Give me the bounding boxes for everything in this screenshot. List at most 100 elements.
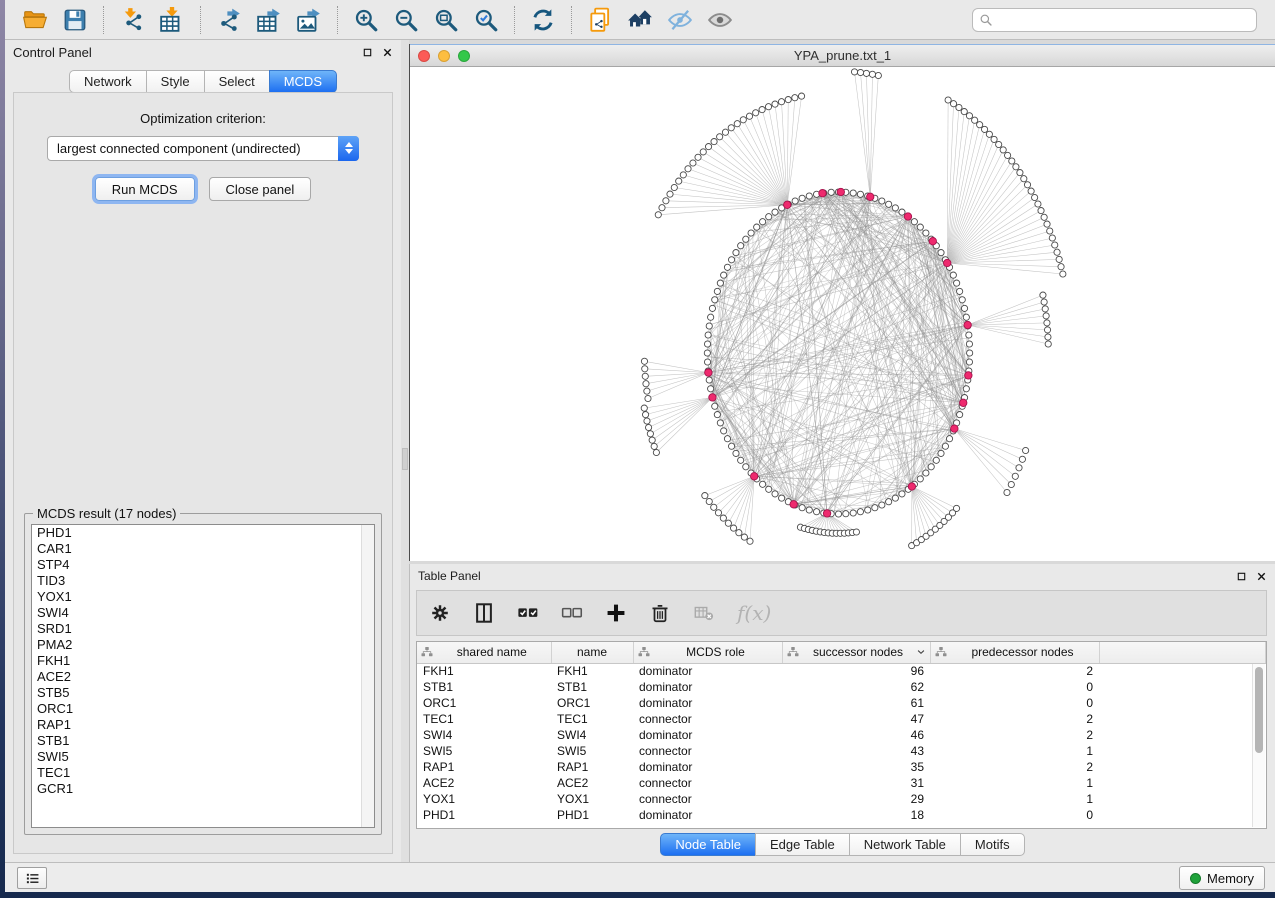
graph-node[interactable]	[950, 272, 956, 278]
graph-node[interactable]	[706, 498, 712, 504]
panel-splitter[interactable]	[401, 40, 409, 862]
close-panel-icon[interactable]	[382, 47, 393, 58]
close-table-panel-icon[interactable]	[1256, 571, 1267, 582]
graph-node[interactable]	[1004, 489, 1010, 495]
splitter-grip[interactable]	[402, 448, 408, 470]
column-header-MCDS-role[interactable]: MCDS role	[633, 642, 782, 663]
tab-edge-table[interactable]: Edge Table	[755, 833, 850, 856]
graph-node[interactable]	[667, 191, 673, 197]
graph-node[interactable]	[950, 101, 956, 107]
graph-node[interactable]	[766, 214, 772, 220]
graph-node[interactable]	[760, 219, 766, 225]
search-box[interactable]	[972, 8, 1257, 32]
graph-node[interactable]	[712, 403, 718, 409]
graph-node[interactable]	[923, 470, 929, 476]
graph-node[interactable]	[1008, 481, 1014, 487]
graph-node[interactable]	[957, 288, 963, 294]
graph-node[interactable]	[728, 257, 734, 263]
mcds-graph-node[interactable]	[965, 372, 972, 379]
graph-node[interactable]	[886, 499, 892, 505]
mcds-graph-node[interactable]	[705, 369, 712, 376]
tab-network-table[interactable]: Network Table	[849, 833, 961, 856]
export-network-button[interactable]	[209, 3, 249, 37]
graph-node[interactable]	[938, 250, 944, 256]
graph-node[interactable]	[899, 209, 905, 215]
graph-node[interactable]	[865, 507, 871, 513]
mcds-result-item[interactable]: STP4	[32, 557, 374, 573]
graph-node[interactable]	[642, 366, 648, 372]
graph-node[interactable]	[645, 395, 651, 401]
mcds-result-item[interactable]: GCR1	[32, 781, 374, 797]
graph-node[interactable]	[717, 134, 723, 140]
graph-node[interactable]	[754, 224, 760, 230]
graph-node[interactable]	[917, 476, 923, 482]
graph-node[interactable]	[857, 191, 863, 197]
graph-node[interactable]	[966, 359, 972, 365]
graph-node[interactable]	[705, 144, 711, 150]
graph-node[interactable]	[659, 205, 665, 211]
graph-node[interactable]	[708, 386, 714, 392]
graph-node[interactable]	[721, 272, 727, 278]
tab-style[interactable]: Style	[146, 70, 205, 93]
graph-node[interactable]	[700, 149, 706, 155]
float-panel-icon[interactable]	[362, 47, 373, 58]
graph-node[interactable]	[746, 113, 752, 119]
graph-node[interactable]	[828, 189, 834, 195]
graph-node[interactable]	[747, 538, 753, 544]
graph-node[interactable]	[991, 136, 997, 142]
mcds-result-item[interactable]: STB1	[32, 733, 374, 749]
optimization-criterion-select[interactable]: largest connected component (undirected)	[47, 136, 359, 161]
graph-node[interactable]	[917, 224, 923, 230]
graph-node[interactable]	[986, 131, 992, 137]
graph-node[interactable]	[1042, 306, 1048, 312]
window-minimize-button[interactable]	[438, 50, 450, 62]
graph-node[interactable]	[1047, 228, 1053, 234]
duplicate-network-button[interactable]	[580, 3, 620, 37]
graph-node[interactable]	[963, 386, 969, 392]
graph-node[interactable]	[642, 412, 648, 418]
graph-node[interactable]	[843, 511, 849, 517]
import-table-button[interactable]	[152, 3, 192, 37]
zoom-fit-button[interactable]	[426, 3, 466, 37]
graph-node[interactable]	[785, 97, 791, 103]
graph-node[interactable]	[957, 412, 963, 418]
mcds-result-item[interactable]: PMA2	[32, 637, 374, 653]
zoom-out-button[interactable]	[386, 3, 426, 37]
mcds-result-list[interactable]: PHD1CAR1STP4TID3YOX1SWI4SRD1PMA2FKH1ACE2…	[31, 524, 375, 828]
graph-node[interactable]	[706, 323, 712, 329]
graph-node[interactable]	[961, 305, 967, 311]
network-canvas[interactable]	[410, 67, 1275, 561]
graph-node[interactable]	[1045, 341, 1051, 347]
tab-motifs[interactable]: Motifs	[960, 833, 1025, 856]
mcds-graph-node[interactable]	[819, 190, 826, 197]
graph-node[interactable]	[711, 504, 717, 510]
graph-node[interactable]	[853, 529, 859, 535]
tab-mcds[interactable]: MCDS	[269, 70, 337, 93]
graph-node[interactable]	[813, 509, 819, 515]
graph-node[interactable]	[966, 332, 972, 338]
graph-node[interactable]	[704, 341, 710, 347]
graph-node[interactable]	[1023, 447, 1029, 453]
graph-node[interactable]	[772, 101, 778, 107]
graph-node[interactable]	[850, 510, 856, 516]
graph-node[interactable]	[1019, 456, 1025, 462]
graph-node[interactable]	[1028, 188, 1034, 194]
mcds-result-item[interactable]: TEC1	[32, 765, 374, 781]
graph-node[interactable]	[1044, 327, 1050, 333]
graph-node[interactable]	[892, 495, 898, 501]
graph-node[interactable]	[977, 122, 983, 128]
graph-node[interactable]	[728, 125, 734, 131]
table-row[interactable]: PHD1PHD1dominator180	[417, 807, 1266, 823]
graph-node[interactable]	[740, 117, 746, 123]
column-header-predecessor-nodes[interactable]: predecessor nodes	[930, 642, 1099, 663]
graph-node[interactable]	[680, 172, 686, 178]
graph-node[interactable]	[645, 424, 651, 430]
graph-node[interactable]	[715, 510, 721, 516]
graph-node[interactable]	[738, 243, 744, 249]
window-zoom-button[interactable]	[458, 50, 470, 62]
graph-node[interactable]	[1044, 221, 1050, 227]
graph-node[interactable]	[663, 198, 669, 204]
graph-node[interactable]	[857, 509, 863, 515]
table-row[interactable]: RAP1RAP1dominator352	[417, 759, 1266, 775]
graph-node[interactable]	[702, 493, 708, 499]
